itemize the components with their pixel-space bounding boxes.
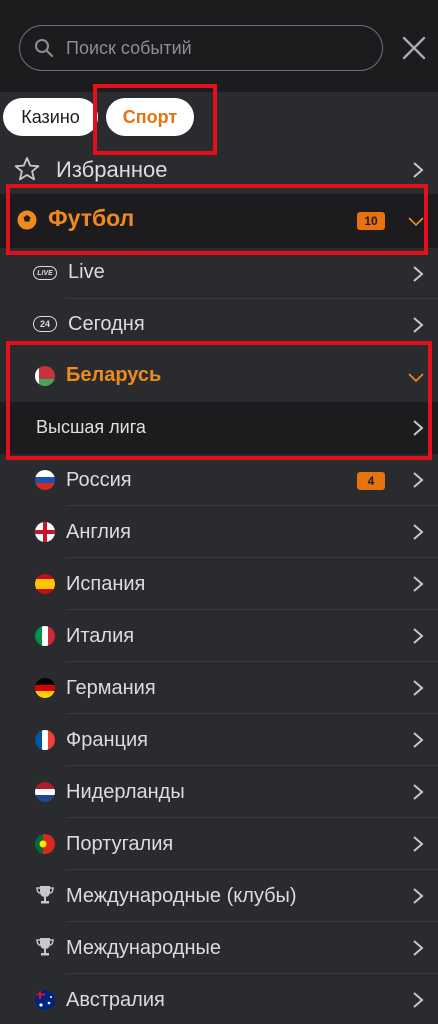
trophy-icon xyxy=(36,886,54,904)
spain-flag-icon xyxy=(35,574,55,594)
russia-flag-icon xyxy=(35,470,55,490)
live-icon: LIVE xyxy=(33,266,57,280)
italy-flag-icon xyxy=(35,626,55,646)
menu-item-country[interactable]: Германия xyxy=(0,662,438,714)
australia-flag-icon xyxy=(35,990,55,1010)
menu-item-favorites[interactable]: Избранное xyxy=(0,144,438,196)
league-label: Высшая лига xyxy=(36,417,146,437)
tab-bar: Казино Спорт xyxy=(0,92,438,144)
chevron-right-icon xyxy=(413,888,424,904)
menu-item-football[interactable]: Футбол 10 xyxy=(0,194,438,248)
country-label: Англия xyxy=(66,521,131,543)
menu-item-today[interactable]: 24 Сегодня xyxy=(0,299,438,351)
country-label: Международные xyxy=(66,937,222,959)
search-input[interactable]: Поиск событий xyxy=(19,25,383,71)
football-icon xyxy=(16,209,38,231)
chevron-right-icon xyxy=(413,992,424,1008)
country-label: Международные (клубы) xyxy=(66,885,297,907)
search-icon xyxy=(35,39,54,58)
country-label: Испания xyxy=(66,573,146,595)
menu-item-country[interactable]: Международные (клубы) xyxy=(0,870,438,922)
menu-item-country[interactable]: Португалия xyxy=(0,818,438,870)
portugal-flag-icon xyxy=(35,834,55,854)
chevron-right-icon xyxy=(413,524,424,540)
menu-item-live[interactable]: LIVE Live xyxy=(0,248,438,300)
close-icon[interactable] xyxy=(400,34,428,62)
netherlands-flag-icon xyxy=(35,782,55,802)
football-label: Футбол xyxy=(48,205,135,231)
chevron-right-icon xyxy=(413,266,424,282)
today-icon: 24 xyxy=(33,316,57,332)
chevron-right-icon xyxy=(413,472,424,488)
tab-sport[interactable]: Спорт xyxy=(106,98,194,136)
menu-item-country[interactable]: Нидерланды xyxy=(0,766,438,818)
belarus-flag-icon xyxy=(35,366,55,386)
favorites-label: Избранное xyxy=(56,157,168,182)
country-label: Австралия xyxy=(66,989,165,1011)
menu-item-country[interactable]: Испания xyxy=(0,558,438,610)
chevron-right-icon xyxy=(413,162,424,178)
chevron-right-icon xyxy=(413,836,424,852)
menu-item-country[interactable]: Россия 4 xyxy=(0,454,438,506)
belarus-label: Беларусь xyxy=(66,364,162,386)
country-count-badge: 4 xyxy=(357,472,385,490)
star-icon xyxy=(14,157,40,181)
menu-item-belarus[interactable]: Беларусь xyxy=(0,350,438,402)
country-label: Португалия xyxy=(66,833,174,855)
chevron-right-icon xyxy=(413,628,424,644)
live-label: Live xyxy=(68,261,105,283)
chevron-right-icon xyxy=(413,940,424,956)
germany-flag-icon xyxy=(35,678,55,698)
chevron-right-icon xyxy=(413,420,424,436)
country-label: Нидерланды xyxy=(66,781,185,803)
tab-casino[interactable]: Казино xyxy=(3,98,98,136)
trophy-icon xyxy=(36,938,54,956)
menu-item-country[interactable]: Франция xyxy=(0,714,438,766)
england-flag-icon xyxy=(35,522,55,542)
country-label: Германия xyxy=(66,677,156,699)
chevron-right-icon xyxy=(413,576,424,592)
chevron-right-icon xyxy=(413,317,424,333)
menu-item-country[interactable]: Англия xyxy=(0,506,438,558)
france-flag-icon xyxy=(35,730,55,750)
menu-item-country[interactable]: Австралия xyxy=(0,974,438,1024)
chevron-right-icon xyxy=(413,784,424,800)
chevron-down-icon xyxy=(408,217,424,227)
search-placeholder: Поиск событий xyxy=(66,38,192,58)
chevron-down-icon xyxy=(408,373,424,383)
menu-item-country[interactable]: Италия xyxy=(0,610,438,662)
country-label: Италия xyxy=(66,625,135,647)
top-bar: Поиск событий xyxy=(0,0,438,92)
menu-item-country[interactable]: Международные xyxy=(0,922,438,974)
today-label: Сегодня xyxy=(68,313,145,335)
country-label: Франция xyxy=(66,729,148,751)
football-count-badge: 10 xyxy=(357,212,385,230)
country-label: Россия xyxy=(66,469,132,491)
chevron-right-icon xyxy=(413,680,424,696)
menu-item-league[interactable]: Высшая лига xyxy=(0,402,438,454)
chevron-right-icon xyxy=(413,732,424,748)
